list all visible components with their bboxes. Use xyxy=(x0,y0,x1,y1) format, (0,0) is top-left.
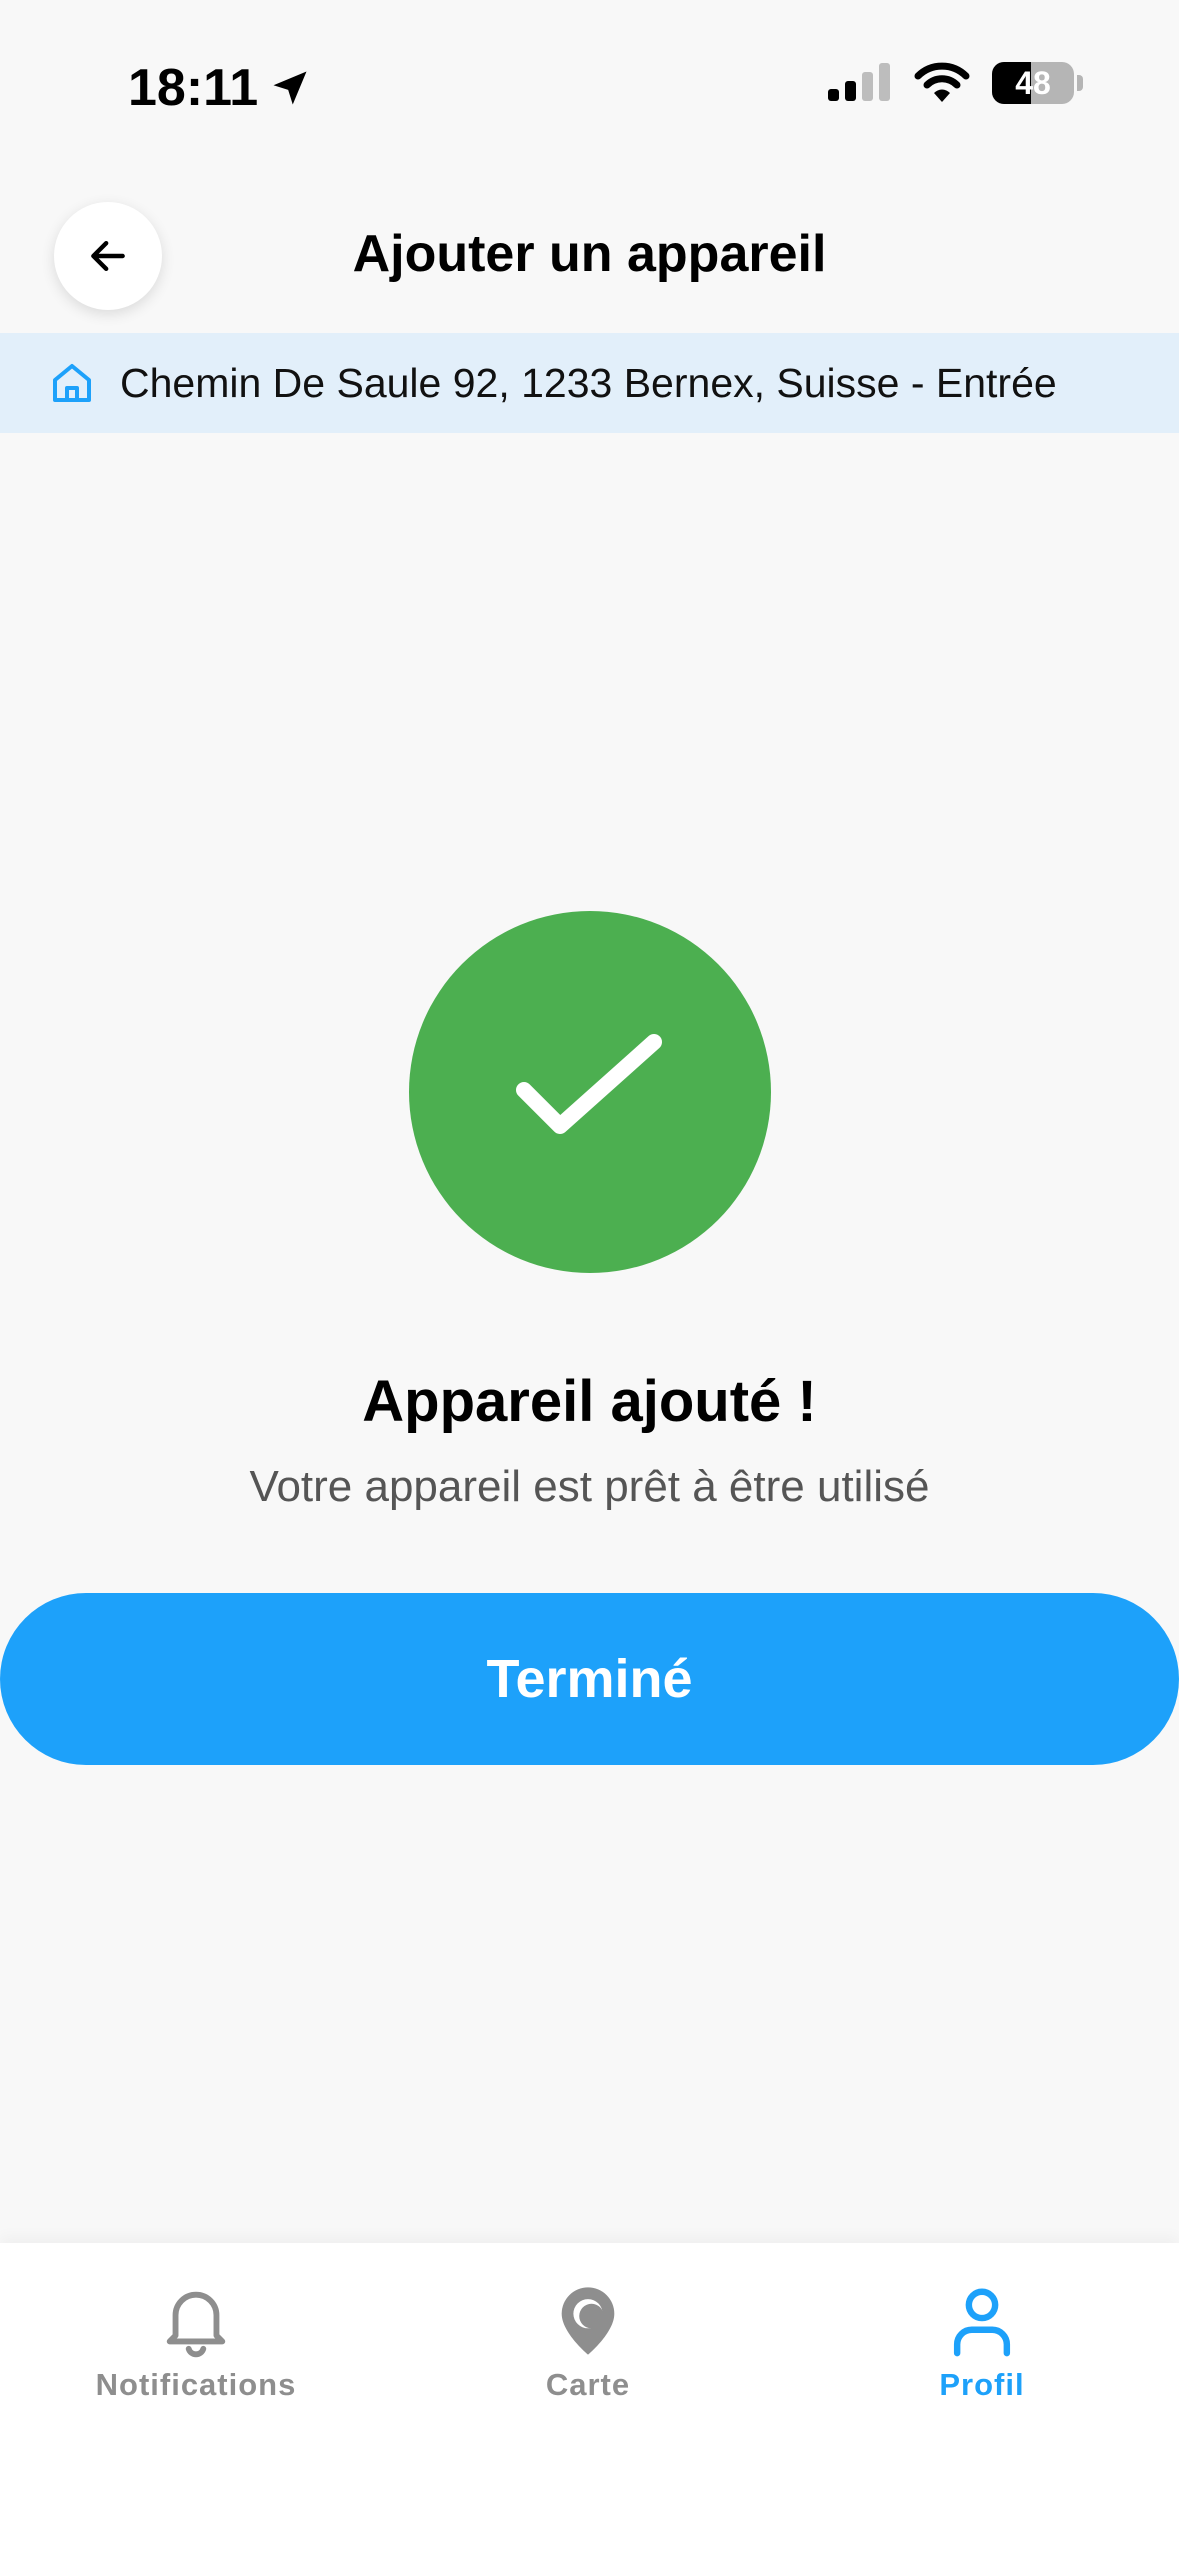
battery-icon: 48 xyxy=(992,62,1074,104)
location-arrow-icon xyxy=(273,71,307,105)
screen: 18:11 48 Ajouter un appareil Chemin De S… xyxy=(0,0,1179,2556)
home-icon xyxy=(53,364,91,402)
user-icon xyxy=(953,2288,1011,2357)
address-banner: Chemin De Saule 92, 1233 Bernex, Suisse … xyxy=(0,333,1179,433)
tab-profile[interactable]: Profil xyxy=(852,2283,1112,2403)
status-time: 18:11 xyxy=(128,59,259,117)
tab-label: Notifications xyxy=(95,2367,297,2402)
wifi-icon xyxy=(914,62,970,102)
tab-bar: Notifications Carte Profil xyxy=(0,2243,1179,2556)
cellular-signal-icon xyxy=(828,63,890,101)
address-text: Chemin De Saule 92, 1233 Bernex, Suisse … xyxy=(120,359,1057,406)
tab-notifications[interactable]: Notifications xyxy=(66,2283,326,2403)
status-bar: 18:11 48 xyxy=(0,0,1179,170)
bell-icon xyxy=(166,2291,226,2358)
page-title: Ajouter un appareil xyxy=(352,225,827,283)
checkmark-icon xyxy=(516,1034,662,1134)
tab-label: Profil xyxy=(939,2367,1025,2402)
success-title: Appareil ajouté ! xyxy=(362,1369,817,1434)
header: Ajouter un appareil xyxy=(0,190,1179,330)
status-indicators: 48 xyxy=(828,62,1083,104)
success-subtitle: Votre appareil est prêt à être utilisé xyxy=(249,1462,930,1511)
tab-map[interactable]: Carte xyxy=(458,2283,718,2403)
success-badge xyxy=(409,911,771,1273)
tab-label: Carte xyxy=(545,2367,631,2402)
battery-indicator: 48 xyxy=(992,62,1083,104)
battery-cap xyxy=(1077,75,1083,91)
status-time-group: 18:11 xyxy=(128,58,312,118)
battery-level: 48 xyxy=(1015,64,1051,101)
done-button[interactable]: Terminé xyxy=(0,1593,1179,1765)
map-pin-icon xyxy=(561,2287,615,2355)
